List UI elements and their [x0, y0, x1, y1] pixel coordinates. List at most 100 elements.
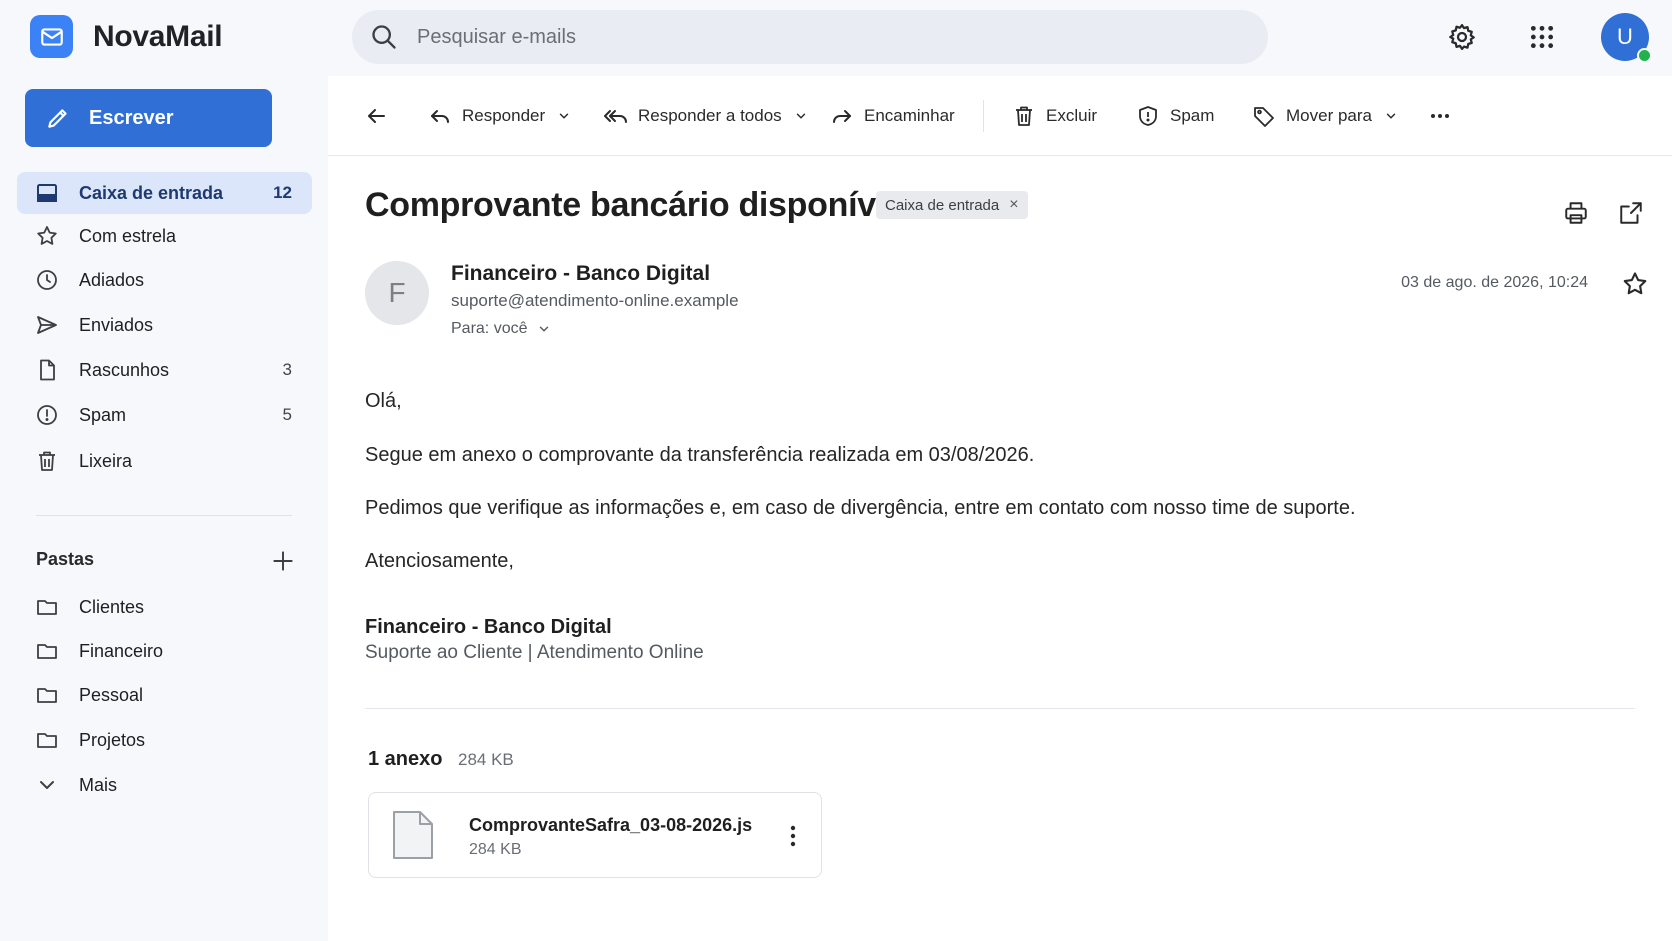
sidebar: Escrever Caixa de entrada 12 Com estrela…: [0, 76, 328, 941]
message-panel: Responder Responder a todos Encaminhar E…: [328, 76, 1672, 941]
sidebar-item-sent[interactable]: Enviados: [17, 304, 312, 346]
apps-button[interactable]: [1525, 20, 1559, 54]
top-bar: NovaMail U: [0, 0, 1672, 76]
print-button[interactable]: [1561, 198, 1591, 228]
recipients-toggle[interactable]: Para: você: [451, 320, 551, 338]
sidebar-item-snoozed[interactable]: Adiados: [17, 259, 312, 301]
more-vertical-icon[interactable]: [781, 821, 805, 851]
sender-avatar: F: [365, 261, 429, 325]
reply-all-label: Responder a todos: [638, 106, 782, 125]
signature-name: Financeiro - Banco Digital: [365, 616, 612, 638]
chevron-down-icon: [796, 113, 805, 119]
attachments-divider: [365, 708, 1635, 709]
delete-label: Excluir: [1046, 106, 1098, 125]
attachment-filename: ComprovanteSafra_03-08-2026.js: [469, 815, 753, 835]
message-date: 03 de ago. de 2026, 10:24: [1401, 274, 1588, 291]
folder-label: Financeiro: [79, 640, 164, 661]
gear-icon: [1449, 24, 1475, 50]
message-body-line: Pedimos que verifique as informações e, …: [365, 497, 1356, 519]
folder-icon: [37, 600, 57, 615]
search-bar[interactable]: [352, 10, 1268, 64]
sidebar-item-label: Rascunhos: [79, 359, 170, 380]
more-horizontal-icon: [1431, 114, 1449, 118]
attachments-count: 1 anexo: [368, 748, 443, 770]
forward-label: Encaminhar: [864, 106, 955, 125]
arrow-left-icon: [368, 109, 385, 123]
trash-icon: [1016, 106, 1032, 126]
attachment-size: 284 KB: [469, 841, 522, 858]
sidebar-item-label: Caixa de entrada: [79, 182, 224, 203]
sidebar-item-label: Com estrela: [79, 225, 177, 246]
sidebar-item-label: Enviados: [79, 314, 154, 335]
star-icon: [37, 226, 57, 245]
pencil-icon: [48, 109, 67, 128]
chevron-down-icon: [40, 781, 54, 789]
folder-icon: [37, 733, 57, 748]
folder-label: Mais: [79, 774, 118, 795]
folder-item-pessoal[interactable]: Pessoal: [17, 674, 312, 716]
draft-count: 3: [282, 360, 292, 379]
spam-label: Spam: [1170, 106, 1215, 125]
folder-icon: [37, 644, 57, 659]
move-to-button[interactable]: Mover para: [1252, 100, 1398, 132]
settings-button[interactable]: [1445, 20, 1479, 54]
sidebar-item-starred[interactable]: Com estrela: [17, 215, 312, 257]
reply-icon: [431, 110, 449, 123]
reply-all-button[interactable]: Responder a todos: [602, 100, 808, 132]
label-text: Caixa de entrada: [885, 196, 1000, 214]
apps-grid-icon: [1530, 25, 1554, 49]
app-name: NovaMail: [93, 19, 223, 53]
folder-item-projetos[interactable]: Projetos: [17, 719, 312, 761]
inbox-icon: [37, 184, 57, 202]
message-label-chip: Caixa de entrada ×: [876, 191, 1028, 219]
reply-button[interactable]: Responder: [428, 100, 571, 132]
online-status-dot: [1637, 48, 1652, 63]
attachment-card[interactable]: ComprovanteSafra_03-08-2026.js 284 KB: [368, 792, 822, 878]
printer-icon: [1565, 202, 1587, 224]
sidebar-item-inbox[interactable]: Caixa de entrada 12: [17, 172, 312, 214]
sidebar-item-label: Adiados: [79, 269, 145, 290]
sidebar-item-spam[interactable]: Spam 5: [17, 394, 312, 436]
brand[interactable]: NovaMail: [30, 15, 223, 58]
message-toolbar: Responder Responder a todos Encaminhar E…: [328, 76, 1672, 156]
toolbar-separator: [983, 100, 984, 132]
spam-button[interactable]: Spam: [1136, 100, 1214, 132]
open-in-new-window-button[interactable]: [1616, 198, 1646, 228]
delete-button[interactable]: Excluir: [1012, 100, 1097, 132]
sidebar-item-trash[interactable]: Lixeira: [17, 440, 312, 482]
reply-all-icon: [604, 110, 627, 123]
trash-icon: [39, 451, 55, 471]
move-to-label: Mover para: [1286, 106, 1372, 125]
alert-icon: [37, 405, 57, 425]
remove-label-icon[interactable]: ×: [1009, 196, 1018, 214]
sidebar-item-drafts[interactable]: Rascunhos 3: [17, 349, 312, 391]
star-icon[interactable]: [1621, 270, 1649, 298]
recipients-label: Para: você: [451, 320, 528, 337]
search-icon: [372, 25, 396, 49]
search-input[interactable]: [417, 10, 1237, 64]
attachments-total-size: 284 KB: [458, 750, 514, 769]
message-subject: Comprovante bancário disponível: [365, 186, 904, 224]
sender-email: suporte@atendimento-online.example: [451, 291, 739, 310]
spam-count: 5: [282, 405, 292, 424]
sidebar-item-label: Lixeira: [79, 450, 133, 471]
sidebar-item-label: Spam: [79, 404, 127, 425]
send-icon: [37, 316, 57, 334]
signature-subtitle: Suporte ao Cliente | Atendimento Online: [365, 642, 704, 663]
folder-item-financeiro[interactable]: Financeiro: [17, 630, 312, 672]
folder-item-clientes[interactable]: Clientes: [17, 586, 312, 628]
folder-item-more[interactable]: Mais: [17, 764, 312, 806]
back-button[interactable]: [364, 100, 388, 132]
reply-label: Responder: [462, 106, 546, 125]
folder-icon: [37, 688, 57, 703]
folder-label: Projetos: [79, 729, 146, 750]
forward-button[interactable]: Encaminhar: [830, 100, 955, 132]
external-link-icon: [1620, 202, 1642, 224]
more-actions-button[interactable]: [1428, 100, 1452, 132]
tag-icon: [1254, 107, 1274, 127]
compose-button[interactable]: Escrever: [25, 89, 272, 147]
add-folder-icon[interactable]: [270, 548, 296, 574]
shield-icon: [1139, 106, 1157, 126]
message-body-line: Atenciosamente,: [365, 550, 514, 572]
file-icon: [40, 359, 55, 381]
